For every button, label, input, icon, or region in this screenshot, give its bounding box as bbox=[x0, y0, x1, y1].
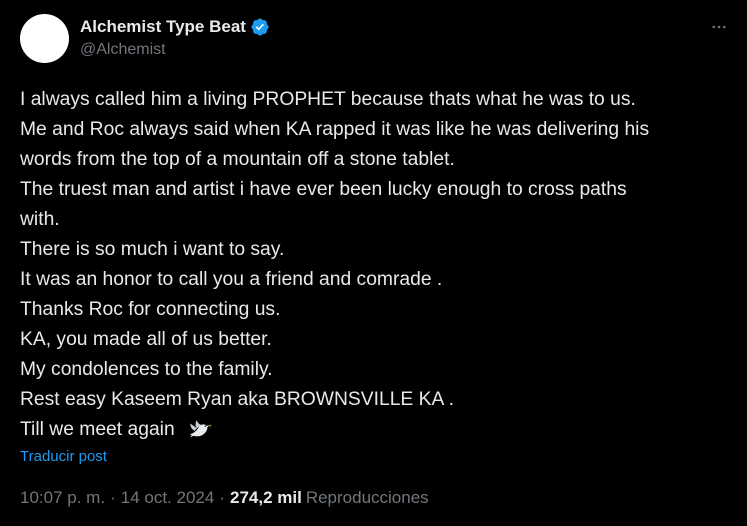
author-handle[interactable]: @Alchemist bbox=[80, 41, 270, 59]
display-name-row: Alchemist Type Beat bbox=[80, 16, 270, 38]
tweet-line: words from the top of a mountain off a s… bbox=[20, 149, 455, 170]
tweet: Alchemist Type Beat @Alchemist I always … bbox=[0, 0, 747, 526]
tweet-last-line: Till we meet again bbox=[20, 415, 735, 445]
more-horizontal-icon[interactable] bbox=[708, 16, 730, 38]
tweet-line: I always called him a living PROPHET bec… bbox=[20, 89, 636, 110]
tweet-header: Alchemist Type Beat @Alchemist bbox=[20, 14, 730, 66]
tweet-line: Rest easy Kaseem Ryan aka BROWNSVILLE KA… bbox=[20, 389, 455, 410]
meta-separator: · bbox=[219, 488, 225, 507]
author-names: Alchemist Type Beat @Alchemist bbox=[80, 16, 270, 59]
tweet-date[interactable]: 14 oct. 2024 bbox=[121, 488, 215, 508]
avatar[interactable] bbox=[20, 14, 69, 63]
views-label: Reproducciones bbox=[305, 488, 429, 507]
tweet-line: with. bbox=[20, 209, 60, 230]
tweet-line: It was an honor to call you a friend and… bbox=[20, 269, 443, 290]
tweet-line: The truest man and artist i have ever be… bbox=[20, 179, 627, 200]
tweet-time[interactable]: 10:07 p. m. bbox=[20, 488, 105, 508]
display-name[interactable]: Alchemist Type Beat bbox=[80, 17, 246, 37]
verified-badge-icon[interactable] bbox=[250, 17, 270, 37]
translate-post-link[interactable]: Traducir post bbox=[20, 448, 107, 465]
tweet-line: My condolences to the family. bbox=[20, 359, 273, 380]
tweet-meta: 10:07 p. m. · 14 oct. 2024 · 274,2 mil R… bbox=[20, 488, 429, 508]
dove-icon bbox=[187, 417, 213, 443]
tweet-line: There is so much i want to say. bbox=[20, 239, 285, 260]
views-count[interactable]: 274,2 mil bbox=[230, 488, 302, 508]
tweet-line: Till we meet again bbox=[20, 419, 175, 440]
tweet-line: Thanks Roc for connecting us. bbox=[20, 299, 281, 320]
tweet-line: KA, you made all of us better. bbox=[20, 329, 272, 350]
tweet-line: Me and Roc always said when KA rapped it… bbox=[20, 119, 650, 140]
tweet-text: I always called him a living PROPHET bec… bbox=[20, 85, 735, 445]
meta-separator: · bbox=[110, 488, 116, 507]
